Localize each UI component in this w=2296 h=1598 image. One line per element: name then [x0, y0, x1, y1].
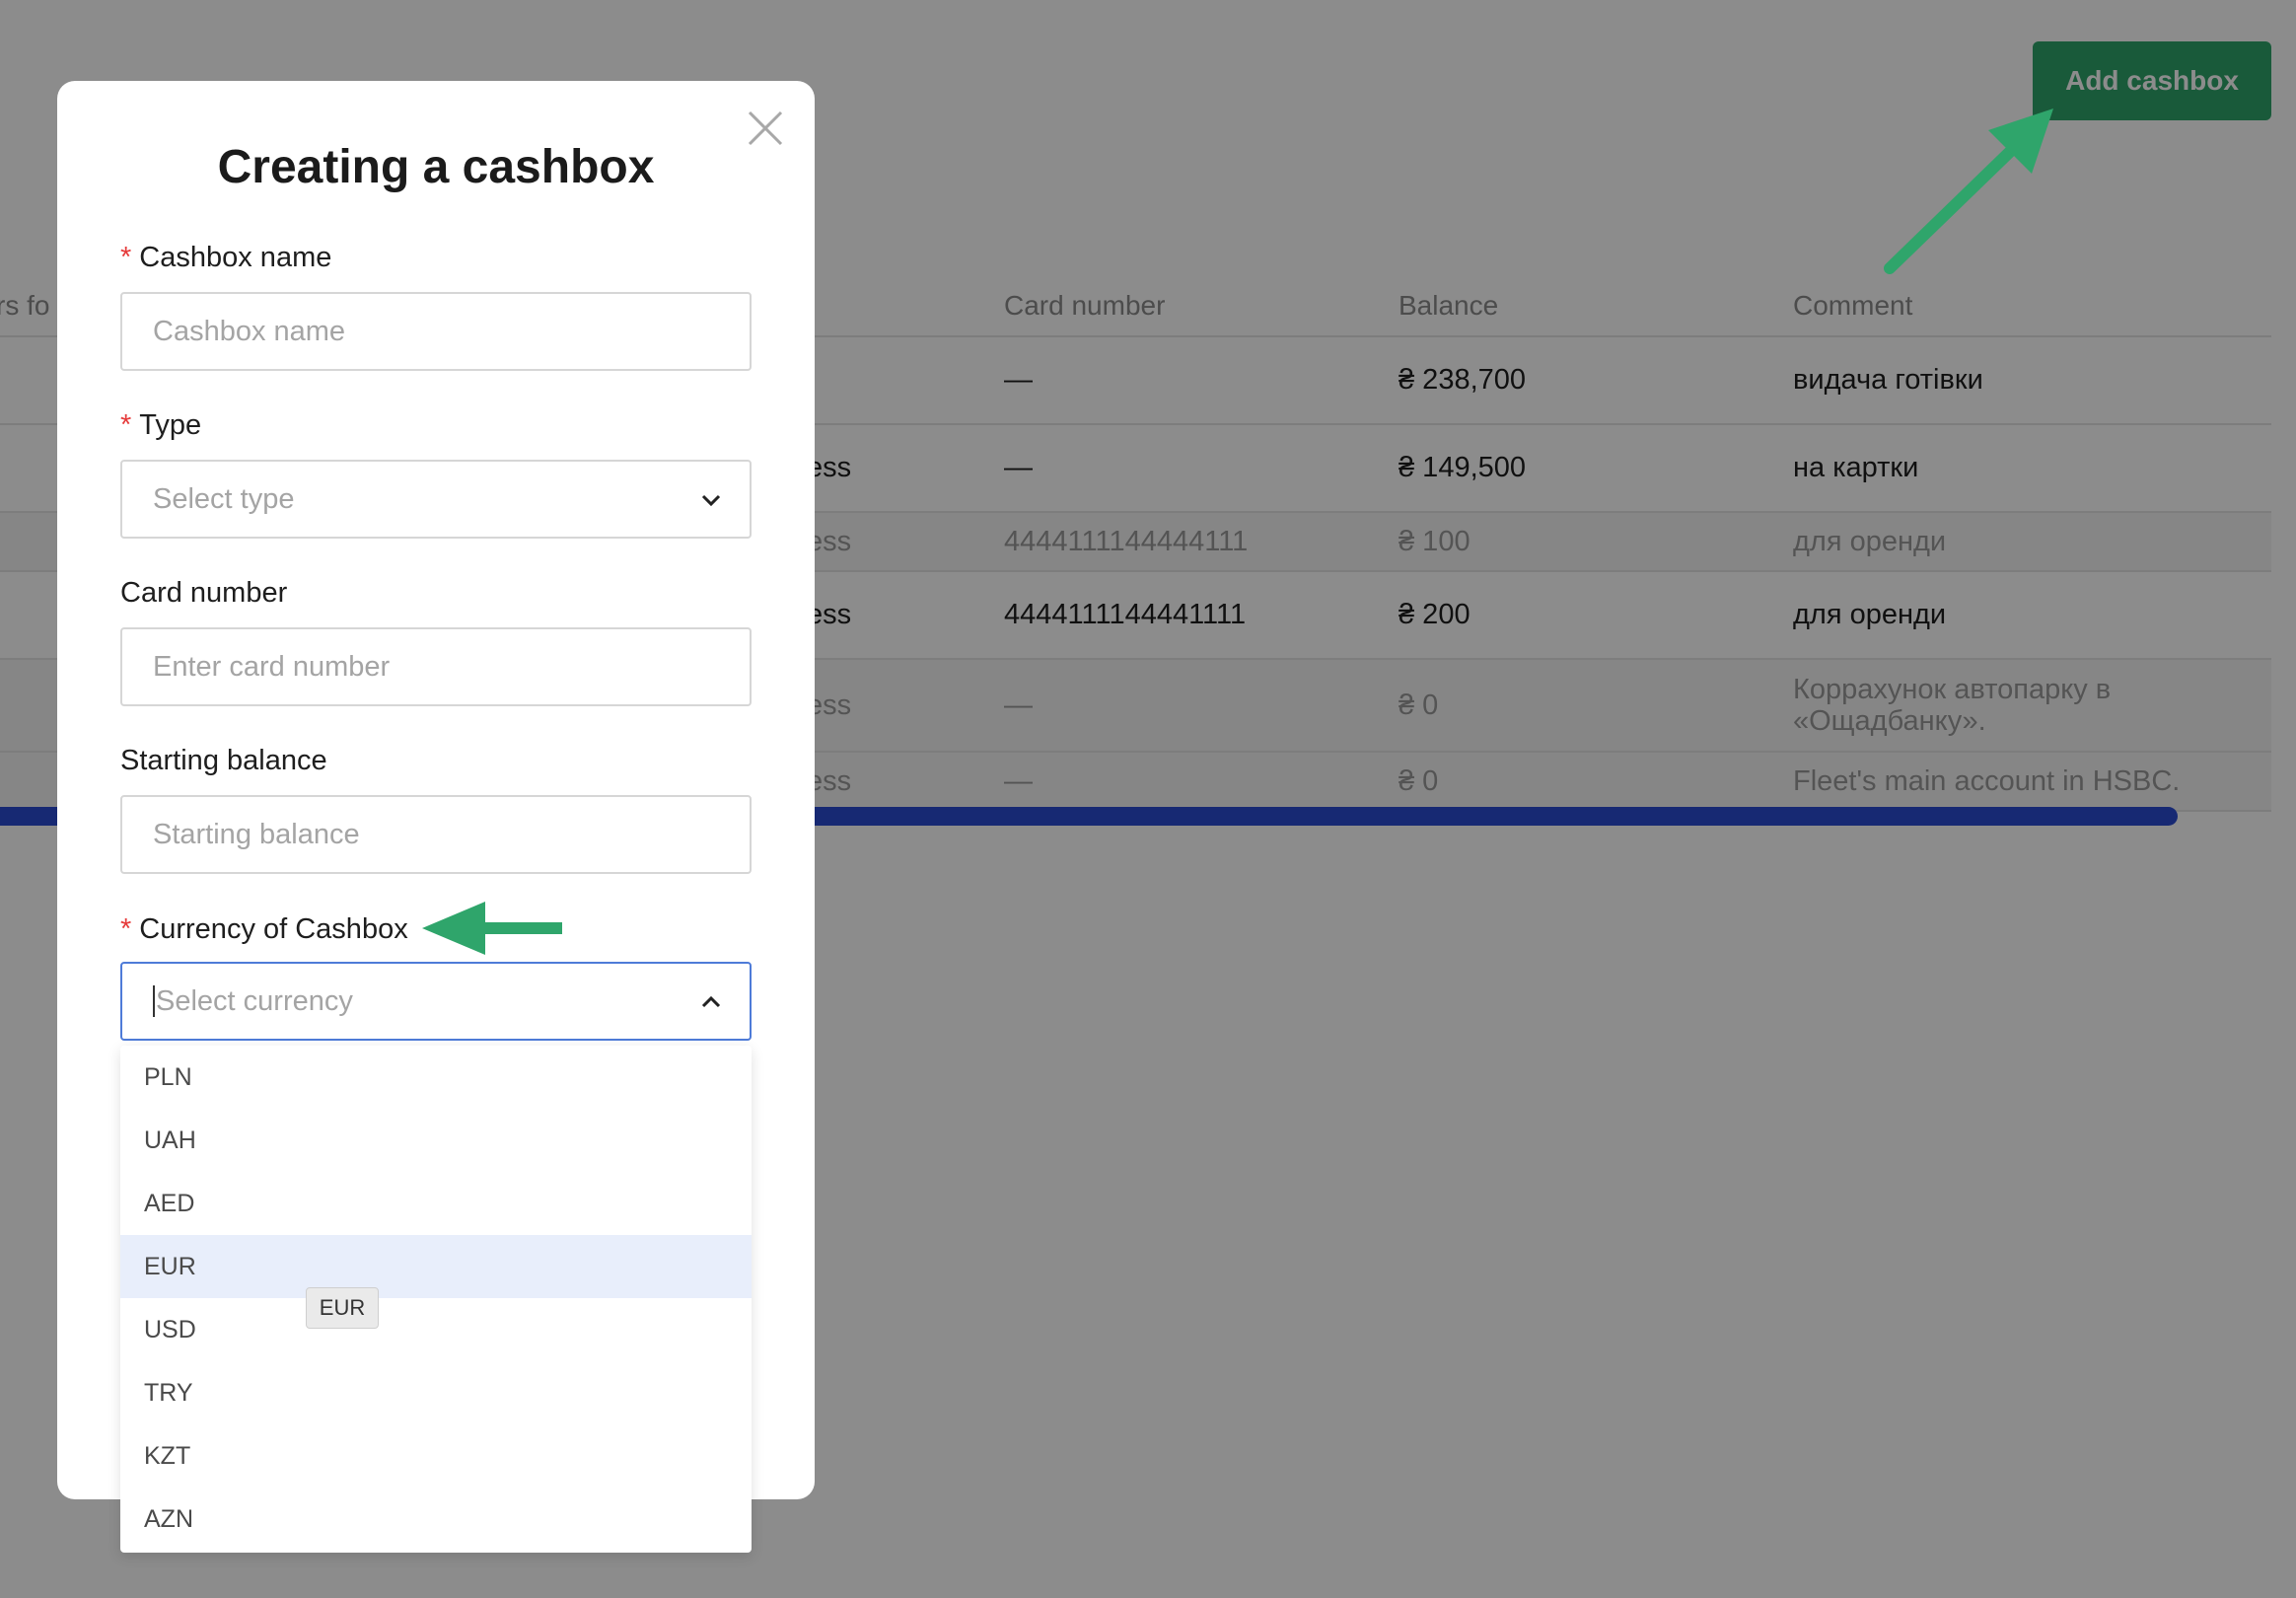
starting-balance-input[interactable]: Starting balance [120, 795, 752, 874]
starting-balance-placeholder: Starting balance [153, 818, 360, 850]
currency-dropdown: PLN UAH AED EUR USD TRY KZT AZN [120, 1046, 752, 1553]
type-label-text: Type [139, 409, 202, 441]
chevron-up-icon [701, 995, 721, 1008]
required-mark: * [120, 913, 132, 945]
type-select[interactable]: Select type [120, 460, 752, 539]
cashbox-name-label-text: Cashbox name [139, 242, 332, 273]
currency-select[interactable]: Select currency [120, 962, 752, 1041]
currency-placeholder: Select currency [156, 984, 353, 1017]
cashbox-name-placeholder: Cashbox name [153, 315, 346, 347]
option-tooltip: EUR [306, 1287, 379, 1329]
card-number-placeholder: Enter card number [153, 650, 391, 683]
card-number-label: Card number [120, 577, 287, 610]
currency-option-aed[interactable]: AED [120, 1172, 752, 1235]
text-cursor [153, 985, 155, 1017]
card-number-input[interactable]: Enter card number [120, 627, 752, 706]
currency-option-eur[interactable]: EUR [120, 1235, 752, 1298]
currency-option-azn[interactable]: AZN [120, 1488, 752, 1551]
currency-label: * Currency of Cashbox [120, 913, 408, 946]
chevron-down-icon [701, 494, 721, 507]
currency-option-usd[interactable]: USD [120, 1298, 752, 1361]
currency-option-pln[interactable]: PLN [120, 1046, 752, 1109]
type-placeholder: Select type [153, 482, 295, 515]
currency-option-try[interactable]: TRY [120, 1361, 752, 1424]
type-label: * Type [120, 409, 201, 442]
cashbox-name-input[interactable]: Cashbox name [120, 292, 752, 371]
required-mark: * [120, 242, 132, 273]
card-number-label-text: Card number [120, 577, 288, 609]
currency-label-text: Currency of Cashbox [139, 913, 408, 945]
starting-balance-label: Starting balance [120, 745, 327, 777]
currency-option-kzt[interactable]: KZT [120, 1424, 752, 1488]
required-mark: * [120, 409, 132, 441]
starting-balance-label-text: Starting balance [120, 745, 327, 776]
currency-option-uah[interactable]: UAH [120, 1109, 752, 1172]
modal-title: Creating a cashbox [217, 141, 655, 193]
cashbox-name-label: * Cashbox name [120, 242, 331, 274]
